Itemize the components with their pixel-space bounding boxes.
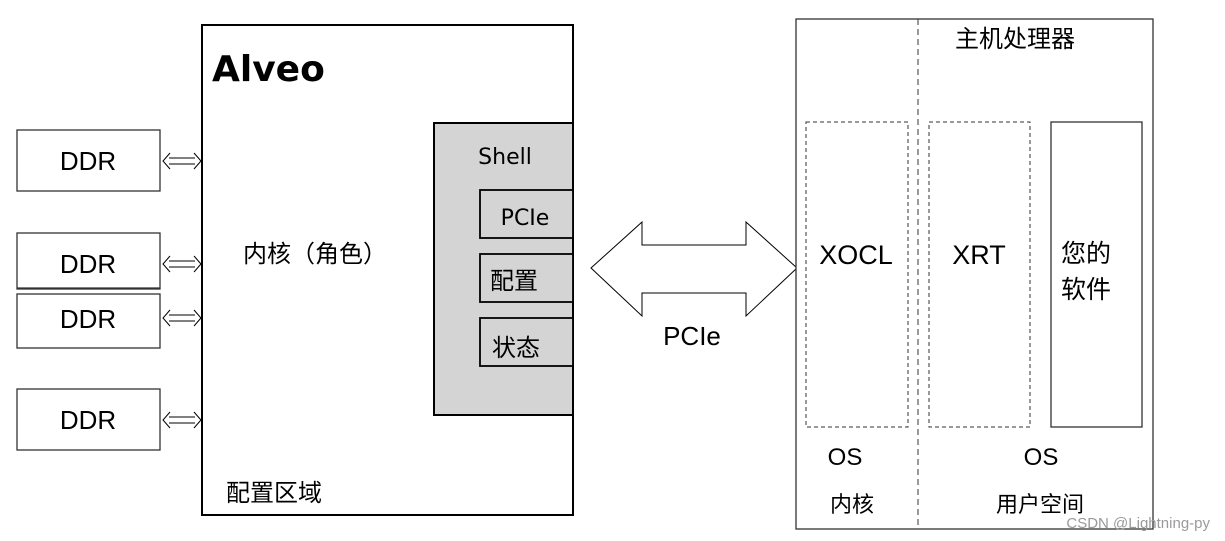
ddr-label-1: DDR	[60, 146, 116, 176]
shell-status-label: 状态	[492, 334, 540, 362]
alveo-architecture-diagram: DDR DDR DDR DDR Alveo 内核（角色） 配置区域 Shell …	[16, 18, 1210, 532]
os-kernel-label: OS	[828, 444, 863, 471]
ddr-label-2: DDR	[60, 249, 116, 279]
xrt-label: XRT	[952, 240, 1006, 270]
double-arrow-icon	[162, 255, 202, 273]
os-user-label: OS	[1024, 444, 1059, 471]
pcie-link-label: PCIe	[663, 321, 721, 351]
shell-label: Shell	[478, 145, 532, 170]
double-arrow-icon	[162, 411, 202, 429]
shell-config-label: 配置	[490, 267, 538, 295]
kernel-space-label: 内核	[830, 493, 874, 518]
watermark: CSDN @Lightning-py	[1066, 515, 1210, 532]
pcie-double-arrow	[590, 220, 798, 318]
shell-pcie-label: PCIe	[501, 206, 550, 231]
double-arrow-icon	[162, 309, 202, 327]
your-software-label-1: 您的	[1061, 239, 1111, 268]
double-arrow-icon	[162, 152, 202, 170]
alveo-title: Alveo	[212, 49, 325, 90]
ddr-label-4: DDR	[60, 405, 116, 435]
config-region-label: 配置区域	[226, 479, 322, 507]
ddr-connectors	[162, 152, 202, 429]
host-title: 主机处理器	[955, 25, 1075, 53]
ddr-group: DDR DDR DDR DDR	[16, 129, 161, 451]
ddr-label-3: DDR	[60, 304, 116, 334]
your-software-label-2: 软件	[1061, 275, 1111, 304]
kernel-role-label: 内核（角色）	[243, 240, 387, 268]
xocl-label: XOCL	[819, 240, 893, 270]
